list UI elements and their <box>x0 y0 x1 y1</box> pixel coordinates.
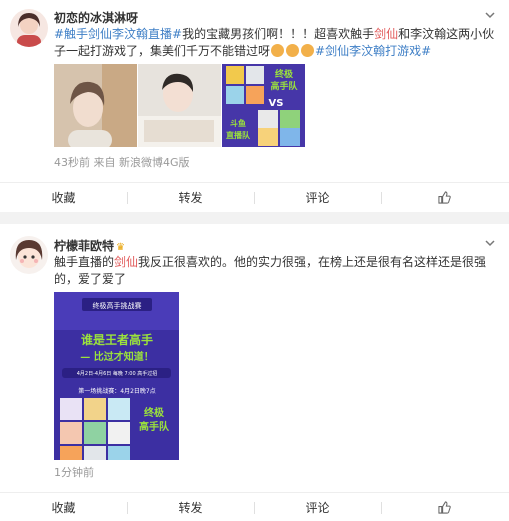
post-meta: 1分钟前 <box>54 466 94 479</box>
action-bar: 收藏 转发 评论 <box>0 182 509 212</box>
post-image[interactable]: 终极 高手队 VS 斗鱼 直播队 <box>222 64 305 147</box>
divider <box>127 192 128 204</box>
poster-label: 直播队 <box>226 130 251 140</box>
keyword-highlight[interactable]: 剑仙 <box>114 255 138 269</box>
emoji-icon <box>271 44 285 57</box>
poster-label: 终极 <box>274 68 294 80</box>
poster-team: 终极 <box>144 406 165 419</box>
feed-post: 柠檬菲欧特 ♛ 触手直播的剑仙我反正很喜欢的。他的实力很强，在榜上还是很有名这样还… <box>0 224 509 521</box>
hashtag-link[interactable]: #触手剑仙李汶翰直播# <box>54 27 182 41</box>
post-image[interactable] <box>138 64 221 147</box>
user-avatar[interactable] <box>10 9 48 47</box>
hashtag-link[interactable]: #剑仙李汶翰打游戏# <box>315 44 431 58</box>
keyword-highlight[interactable]: 剑仙 <box>374 27 398 41</box>
poster-label: 斗鱼 <box>230 118 246 128</box>
divider <box>254 192 255 204</box>
divider <box>381 502 382 514</box>
poster-label: 高手队 <box>270 80 298 92</box>
divider <box>381 192 382 204</box>
poster-round: 第一场挑战赛：4月2日晚7点 <box>78 387 155 395</box>
emoji-icon <box>286 44 300 57</box>
username[interactable]: 柠檬菲欧特 ♛ <box>54 237 125 254</box>
poster-subtitle: — 比过才知道！ <box>80 350 153 363</box>
post-meta: 43秒前 来自 新浪微博4G版 <box>54 156 190 169</box>
poster-header: 终极高手挑战赛 <box>93 301 142 310</box>
comment-button[interactable]: 评论 <box>254 493 381 521</box>
like-button[interactable] <box>381 493 508 521</box>
poster-title: 谁是王者高手 <box>81 332 153 347</box>
post-separator <box>0 212 509 224</box>
favorite-button[interactable]: 收藏 <box>0 183 127 213</box>
poster-label: VS <box>269 98 284 109</box>
post-text-segment: 触手直播的 <box>54 255 115 269</box>
poster-date: 4月2日-4月6日 每晚 7:00 高手过招 <box>77 370 158 377</box>
gold-crown-icon: ♛ <box>116 242 125 253</box>
post-image[interactable] <box>54 64 137 147</box>
repost-button[interactable]: 转发 <box>127 183 254 213</box>
repost-button[interactable]: 转发 <box>127 493 254 521</box>
feed-post: 初恋的冰淇淋呀 #触手剑仙李汶翰直播#我的宝藏男孩们啊！！！超喜欢触手剑仙和李汶… <box>0 0 509 212</box>
thumbs-up-icon <box>438 191 451 204</box>
post-text: #触手剑仙李汶翰直播#我的宝藏男孩们啊！！！超喜欢触手剑仙和李汶翰这两小伙子一起… <box>54 26 500 60</box>
chevron-down-icon[interactable] <box>485 238 495 248</box>
action-bar: 收藏 转发 评论 <box>0 492 509 521</box>
username-text: 柠檬菲欧特 <box>54 239 115 253</box>
poster-team: 高手队 <box>139 420 170 433</box>
post-text-segment: 我的宝藏男孩们啊！！！超喜欢触手 <box>182 27 375 41</box>
emoji-icon <box>301 44 315 57</box>
user-avatar[interactable] <box>10 236 48 274</box>
post-text: 触手直播的剑仙我反正很喜欢的。他的实力很强，在榜上还是很有名这样还是很强的，爱了… <box>54 254 500 288</box>
post-image[interactable]: 终极高手挑战赛 谁是王者高手 — 比过才知道！ 4月2日-4月6日 每晚 7:0… <box>54 292 179 460</box>
thumbs-up-icon <box>438 501 451 514</box>
divider <box>254 502 255 514</box>
username[interactable]: 初恋的冰淇淋呀 <box>54 9 138 26</box>
favorite-button[interactable]: 收藏 <box>0 493 127 521</box>
comment-button[interactable]: 评论 <box>254 183 381 213</box>
divider <box>127 502 128 514</box>
like-button[interactable] <box>381 183 508 213</box>
chevron-down-icon[interactable] <box>485 10 495 20</box>
